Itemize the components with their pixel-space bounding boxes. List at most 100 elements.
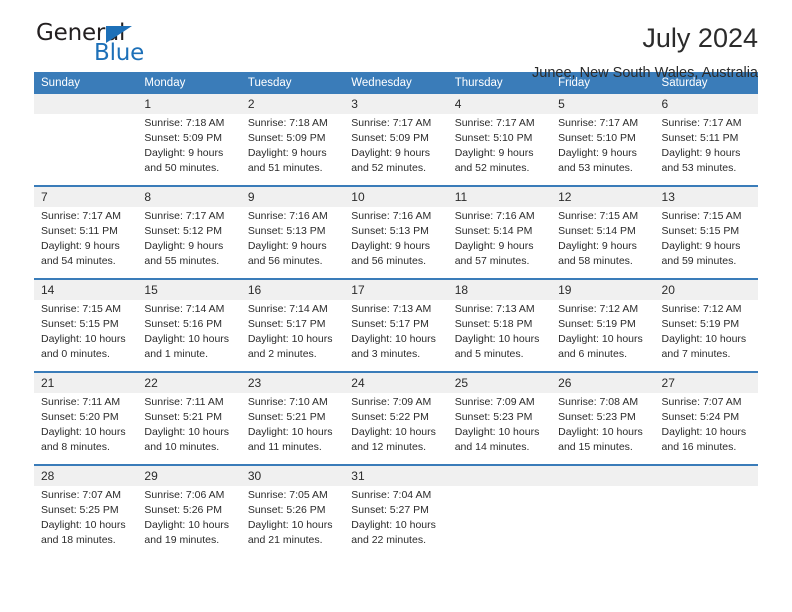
day-number-cell[interactable]: 21 — [34, 371, 138, 393]
day-number-cell[interactable]: 31 — [344, 464, 448, 486]
day-number-cell[interactable]: 11 — [447, 185, 552, 207]
day-number-cell[interactable]: 6 — [654, 94, 758, 114]
day-sunset-text: Sunset: 5:10 PM — [558, 131, 636, 144]
day-sunrise-text: Sunrise: 7:17 AM — [351, 117, 432, 129]
day-daylight-b-text: and 53 minutes. — [661, 161, 737, 174]
calendar-page: General Blue July 2024 Junee, New South … — [0, 0, 792, 612]
week-daynum-row: 28 29 30 31 — [34, 464, 758, 486]
day-info-cell: Sunrise: 7:15 AM Sunset: 5:15 PM Daylight:… — [34, 300, 138, 372]
day-sunrise-text: Sunrise: 7:04 AM — [351, 489, 432, 501]
day-number-cell[interactable]: 27 — [654, 371, 758, 393]
day-number-cell[interactable]: 13 — [654, 185, 758, 207]
day-sunset-text: Sunset: 5:10 PM — [454, 131, 533, 144]
day-info-cell: Sunrise: 7:06 AM Sunset: 5:26 PM Daylight:… — [137, 486, 241, 558]
day-sunrise-text: Sunrise: 7:09 AM — [454, 396, 535, 408]
day-info-cell: Sunrise: 7:07 AM Sunset: 5:25 PM Daylight:… — [34, 486, 138, 558]
day-daylight-b-text: and 51 minutes. — [247, 161, 323, 174]
day-info-cell: Sunrise: 7:04 AM Sunset: 5:27 PM Daylight:… — [344, 486, 448, 558]
day-sunrise-text: Sunrise: 7:07 AM — [661, 396, 742, 408]
day-sunrise-text: Sunrise: 7:09 AM — [351, 396, 432, 408]
day-sunrise-text: Sunrise: 7:17 AM — [41, 210, 121, 222]
day-daylight-a-text: Daylight: 9 hours — [661, 239, 741, 252]
day-info-cell: Sunrise: 7:09 AM Sunset: 5:22 PM Daylight:… — [344, 393, 448, 465]
day-number-cell[interactable]: 16 — [240, 278, 345, 300]
day-info-cell: Sunrise: 7:16 AM Sunset: 5:13 PM Daylight:… — [344, 207, 448, 279]
day-number-cell[interactable]: 14 — [34, 278, 138, 300]
day-info-empty — [447, 486, 552, 558]
day-daylight-a-text: Daylight: 10 hours — [247, 332, 333, 345]
day-daylight-a-text: Daylight: 9 hours — [144, 146, 224, 159]
day-sunset-text: Sunset: 5:19 PM — [558, 317, 636, 330]
day-daylight-a-text: Daylight: 10 hours — [144, 518, 230, 531]
day-info-cell: Sunrise: 7:14 AM Sunset: 5:16 PM Daylight:… — [137, 300, 241, 372]
day-number-cell[interactable]: 2 — [240, 94, 345, 114]
day-number-cell[interactable]: 7 — [34, 185, 138, 207]
day-number-cell[interactable]: 12 — [551, 185, 655, 207]
day-number-cell[interactable]: 19 — [551, 278, 655, 300]
day-sunrise-text: Sunrise: 7:11 AM — [144, 396, 224, 408]
day-sunrise-text: Sunrise: 7:17 AM — [144, 210, 225, 222]
day-sunset-text: Sunset: 5:27 PM — [351, 503, 429, 516]
day-sunrise-text: Sunrise: 7:17 AM — [661, 117, 742, 129]
day-daylight-b-text: and 5 minutes. — [454, 347, 524, 360]
day-daylight-b-text: and 2 minutes. — [247, 347, 317, 360]
day-sunrise-text: Sunrise: 7:15 AM — [558, 210, 639, 222]
day-daylight-b-text: and 14 minutes. — [454, 440, 530, 453]
weekday-header-sunday: Sunday — [34, 72, 138, 94]
day-number-cell[interactable]: 17 — [344, 278, 448, 300]
day-number-cell[interactable]: 23 — [240, 371, 345, 393]
day-daylight-a-text: Daylight: 9 hours — [351, 146, 431, 159]
day-daylight-b-text: and 52 minutes. — [351, 161, 426, 174]
day-number-cell[interactable]: 9 — [240, 185, 345, 207]
day-number-cell[interactable]: 4 — [447, 94, 552, 114]
day-daylight-b-text: and 12 minutes. — [351, 440, 426, 453]
day-number-cell[interactable]: 24 — [344, 371, 448, 393]
day-number-cell[interactable]: 25 — [447, 371, 552, 393]
day-daylight-a-text: Daylight: 10 hours — [558, 332, 643, 345]
day-daylight-a-text: Daylight: 10 hours — [351, 518, 436, 531]
day-sunset-text: Sunset: 5:17 PM — [351, 317, 429, 330]
day-number-empty — [551, 464, 655, 486]
day-info-empty — [551, 486, 655, 558]
day-sunrise-text: Sunrise: 7:14 AM — [247, 303, 328, 315]
day-info-cell: Sunrise: 7:08 AM Sunset: 5:23 PM Daylight:… — [551, 393, 655, 465]
day-daylight-b-text: and 53 minutes. — [558, 161, 633, 174]
day-number-cell[interactable]: 10 — [344, 185, 448, 207]
day-daylight-a-text: Daylight: 9 hours — [454, 146, 534, 159]
day-daylight-b-text: and 6 minutes. — [558, 347, 627, 360]
day-sunset-text: Sunset: 5:14 PM — [558, 224, 636, 237]
week-info-row: Sunrise: 7:18 AM Sunset: 5:09 PM Daylight:… — [34, 114, 758, 186]
day-number-cell[interactable]: 28 — [34, 464, 138, 486]
page-title: July 2024 — [642, 23, 758, 53]
day-number-cell[interactable]: 5 — [551, 94, 655, 114]
day-sunset-text: Sunset: 5:24 PM — [661, 410, 740, 423]
day-sunset-text: Sunset: 5:09 PM — [351, 131, 429, 144]
day-sunset-text: Sunset: 5:23 PM — [454, 410, 533, 423]
day-number-empty — [654, 464, 758, 486]
day-number-cell[interactable]: 1 — [137, 94, 241, 114]
week-daynum-row: 21 22 23 24 25 26 27 — [34, 371, 758, 393]
day-daylight-a-text: Daylight: 10 hours — [661, 332, 747, 345]
day-daylight-a-text: Daylight: 9 hours — [558, 239, 637, 252]
day-info-cell: Sunrise: 7:17 AM Sunset: 5:11 PM Daylight:… — [654, 114, 758, 186]
day-number-cell[interactable]: 22 — [137, 371, 241, 393]
day-info-cell: Sunrise: 7:15 AM Sunset: 5:14 PM Daylight:… — [551, 207, 655, 279]
week-daynum-row: 123456 — [34, 94, 758, 114]
day-number-cell[interactable]: 29 — [137, 464, 241, 486]
day-number-cell[interactable]: 3 — [344, 94, 448, 114]
day-sunset-text: Sunset: 5:13 PM — [247, 224, 326, 237]
day-number-cell[interactable]: 26 — [551, 371, 655, 393]
day-number-cell[interactable]: 15 — [137, 278, 241, 300]
day-number-cell[interactable]: 20 — [654, 278, 758, 300]
day-number-cell[interactable]: 8 — [137, 185, 241, 207]
day-daylight-b-text: and 1 minute. — [144, 347, 209, 360]
day-sunrise-text: Sunrise: 7:15 AM — [41, 303, 121, 315]
day-daylight-a-text: Daylight: 10 hours — [661, 425, 747, 438]
day-number-cell[interactable]: 18 — [447, 278, 552, 300]
day-info-cell: Sunrise: 7:17 AM Sunset: 5:11 PM Daylight:… — [34, 207, 138, 279]
day-daylight-a-text: Daylight: 9 hours — [454, 239, 534, 252]
day-number-cell[interactable]: 30 — [240, 464, 345, 486]
day-info-cell: Sunrise: 7:13 AM Sunset: 5:18 PM Daylight:… — [447, 300, 552, 372]
day-sunset-text: Sunset: 5:18 PM — [454, 317, 533, 330]
day-daylight-a-text: Daylight: 10 hours — [351, 425, 436, 438]
